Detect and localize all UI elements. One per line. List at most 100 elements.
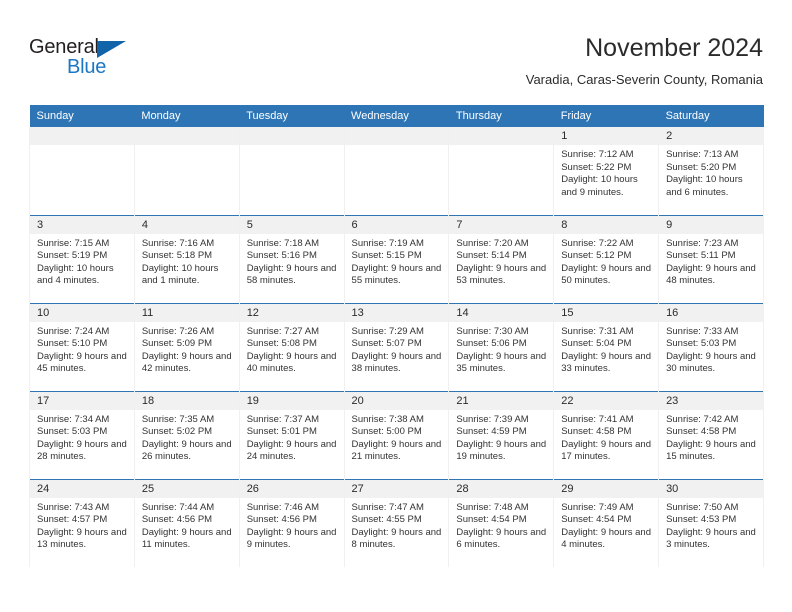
day-number bbox=[30, 127, 134, 145]
day-cell[interactable]: 22 Sunrise: 7:41 AM Sunset: 4:58 PM Dayligh… bbox=[553, 390, 660, 479]
sunset-text: Sunset: 4:58 PM bbox=[561, 426, 632, 438]
daylight-text: Daylight: 9 hours and 33 minutes. bbox=[561, 350, 651, 375]
day-number: 28 bbox=[449, 479, 554, 498]
daylight-text: Daylight: 9 hours and 6 minutes. bbox=[456, 526, 547, 551]
day-cell[interactable]: 12 Sunrise: 7:27 AM Sunset: 5:08 PM Dayligh… bbox=[238, 302, 345, 391]
sunrise-text: Sunrise: 7:44 AM bbox=[141, 501, 215, 513]
daylight-text: Daylight: 10 hours and 9 minutes. bbox=[561, 174, 638, 198]
day-cell[interactable]: 4 Sunrise: 7:16 AM Sunset: 5:18 PM Daylight… bbox=[133, 214, 240, 303]
sunset-text: Sunset: 5:12 PM bbox=[561, 250, 632, 262]
day-cell[interactable]: 1 Sunrise: 7:12 AM Sunset: 5:22 PM Daylight… bbox=[553, 127, 660, 215]
day-number: 12 bbox=[239, 303, 344, 322]
day-number: 13 bbox=[344, 303, 449, 322]
sunset-text: Sunset: 4:55 PM bbox=[351, 514, 422, 526]
sunrise-text: Sunrise: 7:20 AM bbox=[456, 237, 529, 249]
day-cell[interactable]: 20 Sunrise: 7:38 AM Sunset: 5:00 PM Dayligh… bbox=[343, 390, 450, 479]
day-details: Sunrise: 7:12 AM Sunset: 5:22 PM Daylight:… bbox=[554, 145, 658, 199]
daylight-text: Daylight: 9 hours and 40 minutes. bbox=[246, 350, 337, 375]
daylight-text: Daylight: 10 hours and 6 minutes. bbox=[666, 174, 743, 198]
sunrise-text: Sunrise: 7:19 AM bbox=[351, 237, 424, 249]
day-details: Sunrise: 7:26 AM Sunset: 5:09 PM Daylight:… bbox=[135, 322, 239, 376]
day-cell[interactable]: 25 Sunrise: 7:44 AM Sunset: 4:56 PM Dayligh… bbox=[133, 478, 240, 567]
logo-word-blue: Blue bbox=[67, 56, 107, 78]
sunset-text: Sunset: 5:08 PM bbox=[246, 338, 317, 350]
daylight-text: Daylight: 9 hours and 28 minutes. bbox=[37, 438, 127, 463]
day-number: 8 bbox=[554, 215, 659, 234]
sunset-text: Sunset: 5:02 PM bbox=[141, 426, 213, 438]
daylight-text: Daylight: 9 hours and 48 minutes. bbox=[666, 262, 756, 287]
sunrise-text: Sunrise: 7:42 AM bbox=[666, 413, 739, 425]
day-cell[interactable]: 28 Sunrise: 7:48 AM Sunset: 4:54 PM Dayligh… bbox=[448, 478, 555, 567]
sunrise-text: Sunrise: 7:16 AM bbox=[141, 237, 215, 249]
day-cell[interactable]: 3 Sunrise: 7:15 AM Sunset: 5:19 PM Daylight… bbox=[29, 214, 135, 303]
daylight-text: Daylight: 9 hours and 8 minutes. bbox=[351, 526, 442, 551]
day-number: 1 bbox=[554, 127, 659, 145]
sunset-text: Sunset: 5:01 PM bbox=[246, 426, 317, 438]
day-number: 11 bbox=[134, 303, 239, 322]
calendar-body: 1 Sunrise: 7:12 AM Sunset: 5:22 PM Daylight… bbox=[29, 127, 764, 567]
daylight-text: Daylight: 9 hours and 24 minutes. bbox=[246, 438, 337, 463]
day-cell[interactable]: 30 Sunrise: 7:50 AM Sunset: 4:53 PM Dayligh… bbox=[658, 478, 764, 567]
sunset-text: Sunset: 4:54 PM bbox=[456, 514, 527, 526]
sunrise-text: Sunrise: 7:33 AM bbox=[666, 325, 739, 337]
day-number: 4 bbox=[134, 215, 239, 234]
weekday-header-tuesday: Tuesday bbox=[239, 105, 345, 127]
day-number bbox=[344, 127, 449, 145]
day-cell[interactable]: 26 Sunrise: 7:46 AM Sunset: 4:56 PM Dayligh… bbox=[238, 478, 345, 567]
sunset-text: Sunset: 5:15 PM bbox=[351, 250, 422, 262]
day-cell[interactable]: 11 Sunrise: 7:26 AM Sunset: 5:09 PM Dayligh… bbox=[133, 302, 240, 391]
day-details: Sunrise: 7:13 AM Sunset: 5:20 PM Daylight:… bbox=[659, 145, 763, 199]
day-number: 21 bbox=[449, 391, 554, 410]
day-details: Sunrise: 7:38 AM Sunset: 5:00 PM Daylight:… bbox=[345, 410, 449, 464]
day-number: 27 bbox=[344, 479, 449, 498]
day-cell[interactable]: 6 Sunrise: 7:19 AM Sunset: 5:15 PM Daylight… bbox=[343, 214, 450, 303]
day-cell[interactable]: 7 Sunrise: 7:20 AM Sunset: 5:14 PM Daylight… bbox=[448, 214, 555, 303]
sunset-text: Sunset: 5:03 PM bbox=[666, 338, 737, 350]
day-cell[interactable]: 19 Sunrise: 7:37 AM Sunset: 5:01 PM Dayligh… bbox=[238, 390, 345, 479]
general-blue-logo[interactable]: General Blue bbox=[29, 36, 169, 82]
day-cell[interactable]: 21 Sunrise: 7:39 AM Sunset: 4:59 PM Dayligh… bbox=[448, 390, 555, 479]
daylight-text: Daylight: 9 hours and 55 minutes. bbox=[351, 262, 442, 287]
day-cell[interactable]: 16 Sunrise: 7:33 AM Sunset: 5:03 PM Dayligh… bbox=[658, 302, 764, 391]
day-cell[interactable]: 14 Sunrise: 7:30 AM Sunset: 5:06 PM Dayligh… bbox=[448, 302, 555, 391]
day-cell[interactable]: 2 Sunrise: 7:13 AM Sunset: 5:20 PM Daylight… bbox=[658, 127, 764, 215]
day-cell[interactable]: 23 Sunrise: 7:42 AM Sunset: 4:58 PM Dayligh… bbox=[658, 390, 764, 479]
sunset-text: Sunset: 4:56 PM bbox=[141, 514, 213, 526]
day-cell[interactable]: 5 Sunrise: 7:18 AM Sunset: 5:16 PM Daylight… bbox=[238, 214, 345, 303]
sunrise-text: Sunrise: 7:46 AM bbox=[246, 501, 320, 513]
sunset-text: Sunset: 4:57 PM bbox=[37, 514, 108, 526]
page-subtitle: Varadia, Caras-Severin County, Romania bbox=[525, 72, 763, 87]
day-number: 18 bbox=[134, 391, 239, 410]
day-details: Sunrise: 7:48 AM Sunset: 4:54 PM Daylight:… bbox=[449, 498, 553, 552]
day-cell[interactable]: 8 Sunrise: 7:22 AM Sunset: 5:12 PM Daylight… bbox=[553, 214, 660, 303]
day-cell[interactable]: 27 Sunrise: 7:47 AM Sunset: 4:55 PM Dayligh… bbox=[343, 478, 450, 567]
day-details: Sunrise: 7:31 AM Sunset: 5:04 PM Daylight:… bbox=[554, 322, 658, 376]
day-number: 10 bbox=[30, 303, 134, 322]
daylight-text: Daylight: 9 hours and 19 minutes. bbox=[456, 438, 547, 463]
day-number: 14 bbox=[449, 303, 554, 322]
day-cell[interactable]: 10 Sunrise: 7:24 AM Sunset: 5:10 PM Dayligh… bbox=[29, 302, 135, 391]
day-cell[interactable]: 15 Sunrise: 7:31 AM Sunset: 5:04 PM Dayligh… bbox=[553, 302, 660, 391]
calendar-week-row: 17 Sunrise: 7:34 AM Sunset: 5:03 PM Dayligh… bbox=[29, 390, 764, 479]
calendar-grid: Sunday Monday Tuesday Wednesday Thursday Frid… bbox=[29, 105, 764, 567]
day-cell[interactable]: 17 Sunrise: 7:34 AM Sunset: 5:03 PM Dayligh… bbox=[29, 390, 135, 479]
sunrise-text: Sunrise: 7:22 AM bbox=[561, 237, 634, 249]
day-cell[interactable]: 29 Sunrise: 7:49 AM Sunset: 4:54 PM Dayligh… bbox=[553, 478, 660, 567]
weekday-header-sunday: Sunday bbox=[29, 105, 135, 127]
sunset-text: Sunset: 5:00 PM bbox=[351, 426, 422, 438]
day-details: Sunrise: 7:20 AM Sunset: 5:14 PM Daylight:… bbox=[449, 234, 553, 288]
sunrise-text: Sunrise: 7:49 AM bbox=[561, 501, 634, 513]
daylight-text: Daylight: 10 hours and 4 minutes. bbox=[37, 262, 114, 287]
day-cell[interactable]: 18 Sunrise: 7:35 AM Sunset: 5:02 PM Dayligh… bbox=[133, 390, 240, 479]
day-cell[interactable]: 9 Sunrise: 7:23 AM Sunset: 5:11 PM Daylight… bbox=[658, 214, 764, 303]
day-details: Sunrise: 7:35 AM Sunset: 5:02 PM Daylight:… bbox=[135, 410, 239, 464]
day-number: 17 bbox=[30, 391, 134, 410]
day-number: 26 bbox=[239, 479, 344, 498]
sunrise-text: Sunrise: 7:37 AM bbox=[246, 413, 320, 425]
day-cell[interactable]: 13 Sunrise: 7:29 AM Sunset: 5:07 PM Dayligh… bbox=[343, 302, 450, 391]
day-number: 7 bbox=[449, 215, 554, 234]
day-details: Sunrise: 7:19 AM Sunset: 5:15 PM Daylight:… bbox=[345, 234, 449, 288]
day-cell[interactable]: 24 Sunrise: 7:43 AM Sunset: 4:57 PM Dayligh… bbox=[29, 478, 135, 567]
daylight-text: Daylight: 9 hours and 13 minutes. bbox=[37, 526, 127, 551]
sunrise-text: Sunrise: 7:27 AM bbox=[246, 325, 320, 337]
